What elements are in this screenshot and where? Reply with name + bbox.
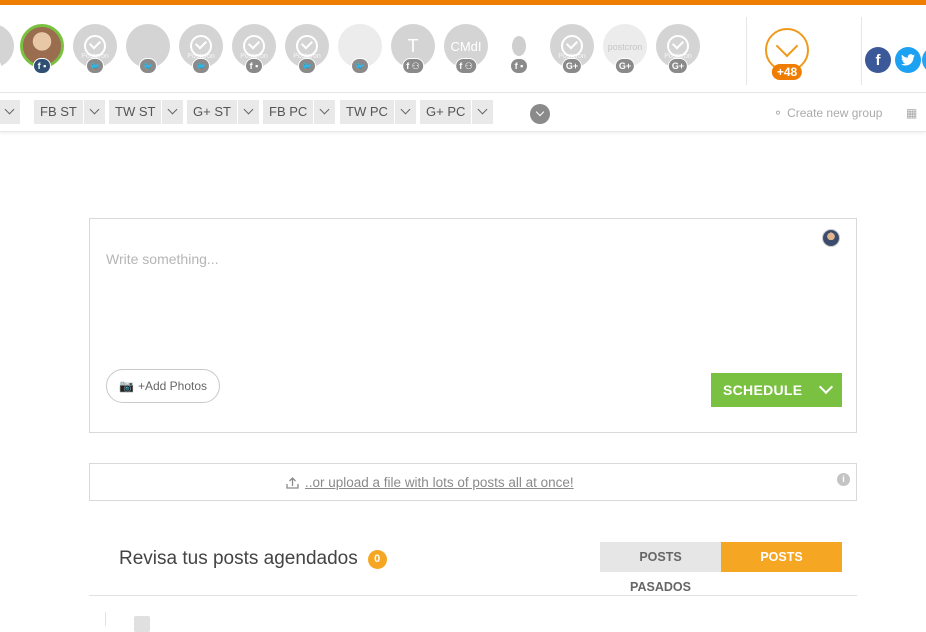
chevron-down-icon[interactable] xyxy=(161,100,184,124)
bulk-upload-label[interactable]: ..or upload a file with lots of posts al… xyxy=(305,475,574,490)
create-group-link[interactable]: ⚬ Create new group xyxy=(773,106,882,120)
accounts-bar: 🐦f ▪Postcron🐦🐦Postcron🐦Postcronf ▪Postcr… xyxy=(0,5,926,93)
avatar xyxy=(822,229,840,247)
tab-past-posts[interactable]: POSTS PASADOS xyxy=(600,542,721,594)
bulk-upload-box: ..or upload a file with lots of posts al… xyxy=(89,463,857,501)
add-photos-button[interactable]: 📷 +Add Photos xyxy=(106,369,221,403)
more-accounts-button[interactable]: +48 xyxy=(765,28,809,80)
google-plus-badge-icon: G+ xyxy=(561,58,583,74)
group-label[interactable]: FB ST xyxy=(34,100,83,124)
info-icon[interactable]: i xyxy=(837,473,850,486)
groups-bar: FB ST TW ST G+ ST FB PC TW PC G+ PC ⚬ Create … xyxy=(0,94,926,132)
twitter-badge-icon: 🐦 xyxy=(139,58,157,74)
grid-icon[interactable]: ▦ xyxy=(906,106,917,120)
chevron-down-icon xyxy=(775,34,799,58)
group-chip[interactable]: FB PC xyxy=(263,100,336,124)
group-label[interactable]: G+ ST xyxy=(187,100,237,124)
twitter-badge-icon: 🐦 xyxy=(192,58,210,74)
more-groups-button[interactable] xyxy=(530,104,550,124)
group-chip[interactable]: G+ PC xyxy=(420,100,494,124)
group-label[interactable]: FB PC xyxy=(263,100,314,124)
account-avatar[interactable]: Postcron f ▪ xyxy=(232,24,276,74)
group-chip[interactable]: FB ST xyxy=(34,100,105,124)
upload-icon xyxy=(286,476,299,489)
chevron-down-icon[interactable] xyxy=(0,100,20,124)
schedule-button[interactable]: SCHEDULE xyxy=(711,373,842,407)
account-avatar[interactable]: 🐦 xyxy=(126,24,170,74)
account-avatar[interactable]: postcron G+ xyxy=(603,24,647,74)
facebook-icon[interactable]: f xyxy=(865,47,891,73)
group-chip[interactable] xyxy=(0,100,20,124)
chevron-down-icon[interactable] xyxy=(393,100,416,124)
account-avatar[interactable]: Postcron 🐦 xyxy=(73,24,117,74)
account-avatar[interactable]: CMdI f ⚇ xyxy=(444,24,488,74)
avatar xyxy=(0,24,14,68)
facebook-page-badge-icon: f ▪ xyxy=(33,58,51,74)
account-avatar[interactable]: Postcron G+ xyxy=(550,24,594,74)
more-accounts-count: +48 xyxy=(771,64,803,80)
account-watermark: postcron xyxy=(607,42,643,52)
account-avatar[interactable]: Postcron G+ xyxy=(656,24,700,74)
schedule-options-chevron-icon[interactable] xyxy=(812,373,842,407)
divider xyxy=(89,595,857,596)
twitter-badge-icon: 🐦 xyxy=(298,58,316,74)
bulk-upload-link[interactable]: ..or upload a file with lots of posts al… xyxy=(286,475,574,490)
select-all-checkbox[interactable] xyxy=(134,616,150,632)
group-chip[interactable]: TW ST xyxy=(109,100,184,124)
account-avatar[interactable]: f ▪ xyxy=(20,24,64,74)
group-label[interactable]: TW PC xyxy=(340,100,394,124)
facebook-group-badge-icon: f ⚇ xyxy=(455,58,477,74)
account-avatar[interactable]: Postcron 🐦 xyxy=(285,24,329,74)
scheduled-posts-heading: Revisa tus posts agendados 0 xyxy=(119,548,387,570)
group-label[interactable]: TW ST xyxy=(109,100,162,124)
add-photos-label: +Add Photos xyxy=(137,379,208,393)
twitter-badge-icon: 🐦 xyxy=(86,58,104,74)
chevron-down-icon[interactable] xyxy=(82,100,105,124)
facebook-page-badge-icon: f ▪ xyxy=(245,58,263,74)
divider xyxy=(861,17,862,85)
twitter-badge-icon: 🐦 xyxy=(351,58,369,74)
divider xyxy=(105,612,106,626)
post-text-input[interactable] xyxy=(106,251,806,351)
chevron-down-icon[interactable] xyxy=(313,100,336,124)
google-plus-icon[interactable] xyxy=(922,47,926,73)
account-avatar[interactable]: 🐦 xyxy=(0,24,14,74)
chevron-down-icon[interactable] xyxy=(471,100,494,124)
facebook-group-badge-icon: f ⚇ xyxy=(402,58,424,74)
post-composer: 📷 +Add Photos SCHEDULE xyxy=(89,218,857,433)
group-label[interactable]: G+ PC xyxy=(420,100,472,124)
group-chip[interactable]: TW PC xyxy=(340,100,416,124)
tab-future-posts[interactable]: POSTS FUTUROS xyxy=(721,542,842,594)
create-group-label: Create new group xyxy=(787,106,883,120)
scheduled-count-badge: 0 xyxy=(367,549,387,569)
google-plus-badge-icon: G+ xyxy=(667,58,689,74)
account-avatar[interactable]: Postcron 🐦 xyxy=(179,24,223,74)
chevron-down-icon[interactable] xyxy=(236,100,259,124)
account-avatar[interactable]: Tf ⚇ xyxy=(391,24,435,74)
divider xyxy=(746,17,747,85)
page-title: Revisa tus posts agendados xyxy=(119,548,358,569)
facebook-page-badge-icon: f ▪ xyxy=(510,58,528,74)
camera-icon: 📷 xyxy=(119,379,134,393)
posts-tabs: POSTS PASADOS POSTS FUTUROS xyxy=(600,542,842,594)
twitter-icon[interactable] xyxy=(895,47,921,73)
schedule-label[interactable]: SCHEDULE xyxy=(711,373,812,407)
group-icon: ⚬ xyxy=(773,106,784,120)
account-avatar[interactable]: f ▪ xyxy=(497,24,541,74)
google-plus-badge-icon: G+ xyxy=(614,58,636,74)
account-avatar[interactable]: 🐦 xyxy=(338,24,382,74)
group-chip[interactable]: G+ ST xyxy=(187,100,259,124)
